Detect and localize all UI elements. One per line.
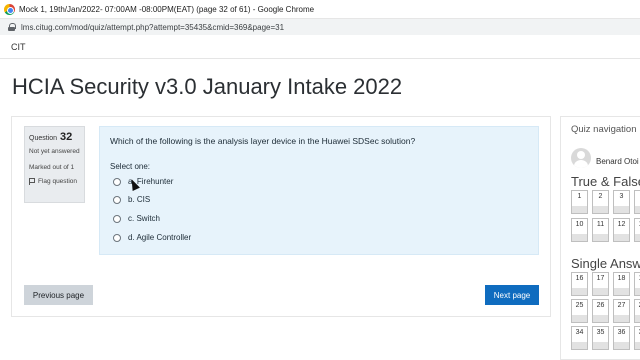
question-info-panel: Question 32 Not yet answered Marked out … — [24, 126, 85, 203]
quiz-nav-button[interactable]: 28 — [634, 299, 640, 323]
quiz-nav-button[interactable]: 2 — [592, 190, 609, 214]
quiz-nav-button[interactable]: 36 — [613, 326, 630, 350]
quiz-nav-button[interactable]: 18 — [613, 272, 630, 296]
quiz-nav-button[interactable]: 1 — [571, 190, 588, 214]
quiz-nav-button[interactable]: 12 — [613, 218, 630, 242]
flag-question-button[interactable]: Flag question — [29, 178, 80, 185]
avatar — [571, 148, 591, 168]
answer-label[interactable]: b. CIS — [128, 195, 150, 204]
question-number-value: 32 — [59, 131, 73, 143]
quiz-nav-button[interactable]: 27 — [613, 299, 630, 323]
quiz-nav-button[interactable]: 13 — [634, 218, 640, 242]
question-text: Which of the following is the analysis l… — [110, 136, 416, 146]
answer-option-c[interactable]: c. Switch — [113, 214, 160, 223]
answer-label[interactable]: d. Agile Controller — [128, 233, 191, 242]
section-heading-single-answer: Single Answer — [571, 256, 640, 271]
section-heading-true-false: True & False — [571, 174, 640, 189]
answer-option-d[interactable]: d. Agile Controller — [113, 233, 191, 242]
quiz-nav-button[interactable]: 19 — [634, 272, 640, 296]
address-bar[interactable]: lms.citug.com/mod/quiz/attempt.php?attem… — [0, 19, 640, 35]
radio-button[interactable] — [113, 177, 121, 186]
site-navbar: CIT — [0, 36, 640, 59]
browser-title-bar: Mock 1, 19th/Jan/2022- 07:00AM -08:00PM(… — [0, 0, 640, 19]
question-state: Not yet answered — [29, 148, 80, 155]
quiz-nav-button[interactable]: 25 — [571, 299, 588, 323]
previous-page-button[interactable]: Previous page — [24, 285, 93, 305]
user-name: Benard Otoi — [596, 157, 639, 166]
quiz-nav-button[interactable]: 17 — [592, 272, 609, 296]
page-title: HCIA Security v3.0 January Intake 2022 — [12, 74, 403, 99]
question-grade: Marked out of 1 — [29, 164, 75, 171]
quiz-navigation-title: Quiz navigation — [571, 124, 637, 135]
quiz-navigation-panel: Quiz navigation Benard Otoi True & False… — [560, 116, 640, 360]
quiz-nav-button[interactable]: 10 — [571, 218, 588, 242]
radio-button[interactable] — [113, 195, 121, 204]
question-content: Which of the following is the analysis l… — [99, 126, 539, 255]
next-page-button[interactable]: Next page — [485, 285, 539, 305]
window-title: Mock 1, 19th/Jan/2022- 07:00AM -08:00PM(… — [19, 4, 315, 14]
url-text[interactable]: lms.citug.com/mod/quiz/attempt.php?attem… — [21, 23, 284, 32]
answer-option-b[interactable]: b. CIS — [113, 195, 150, 204]
quiz-nav-button[interactable]: 34 — [571, 326, 588, 350]
quiz-nav-button[interactable]: 4 — [634, 190, 640, 214]
answer-label[interactable]: c. Switch — [128, 214, 160, 223]
quiz-nav-button[interactable]: 16 — [571, 272, 588, 296]
radio-button[interactable] — [113, 214, 121, 223]
quiz-nav-button[interactable]: 26 — [592, 299, 609, 323]
flag-icon[interactable] — [29, 178, 35, 185]
quiz-nav-button[interactable]: 35 — [592, 326, 609, 350]
quiz-nav-button[interactable]: 3 — [613, 190, 630, 214]
answer-option-a[interactable]: a. Firehunter — [113, 177, 173, 186]
question-number: Question 32 — [29, 131, 80, 143]
chrome-icon — [4, 3, 15, 15]
quiz-nav-button[interactable]: 37 — [634, 326, 640, 350]
radio-button[interactable] — [113, 233, 121, 242]
site-brand-link[interactable]: CIT — [11, 42, 26, 52]
flag-question-label[interactable]: Flag question — [38, 178, 77, 185]
lock-icon[interactable] — [8, 23, 16, 31]
select-one-prompt: Select one: — [110, 162, 151, 171]
quiz-nav-button[interactable]: 11 — [592, 218, 609, 242]
question-label: Question — [29, 135, 58, 142]
